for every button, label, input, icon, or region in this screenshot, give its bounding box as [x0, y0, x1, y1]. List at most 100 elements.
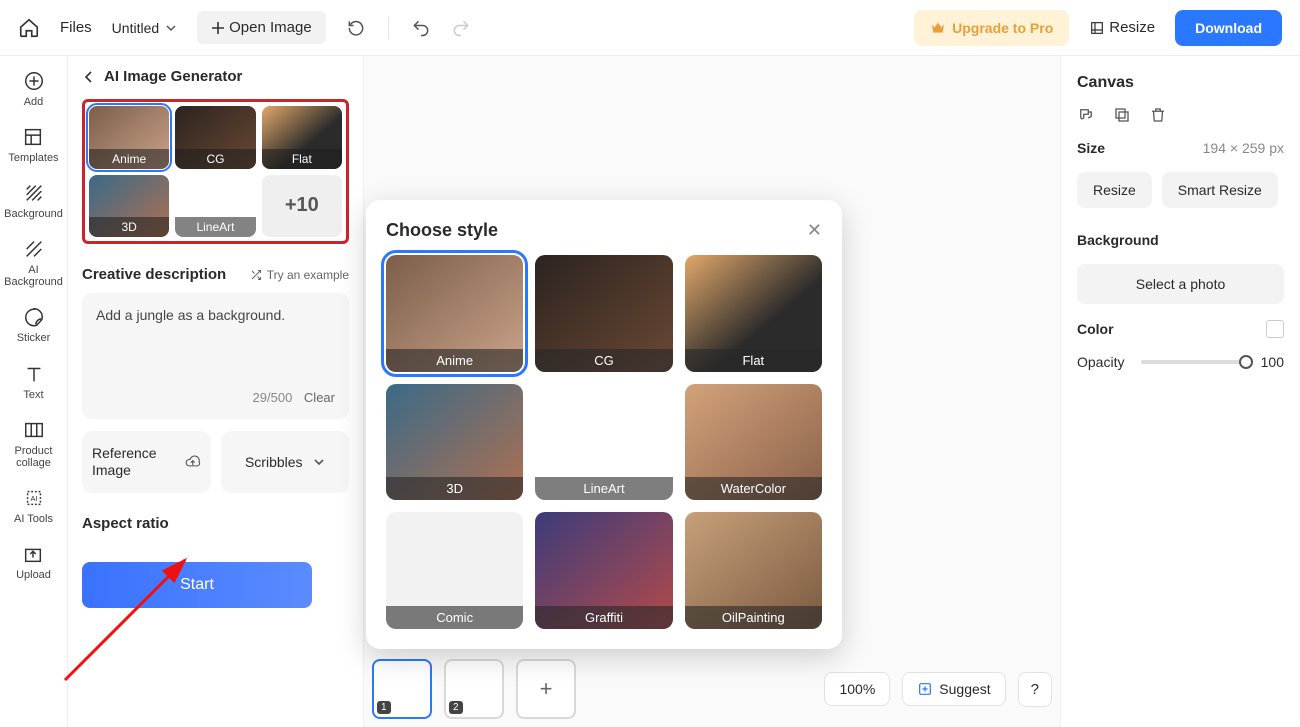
- resize-panel-button[interactable]: Resize: [1077, 172, 1152, 208]
- color-swatch[interactable]: [1266, 320, 1284, 338]
- bottom-toolbar: 1 2 + 100% Suggest ?: [372, 659, 1052, 719]
- document-title-text: Untitled: [112, 20, 159, 36]
- suggest-label: Suggest: [939, 681, 990, 697]
- resize-top-label: Resize: [1109, 19, 1155, 36]
- reference-image-button[interactable]: Reference Image: [82, 431, 211, 493]
- rail-background-label: Background: [4, 208, 63, 220]
- style-label: CG: [175, 149, 255, 169]
- style-card-lineart[interactable]: LineArt: [175, 175, 255, 238]
- sparkle-icon: [917, 681, 933, 697]
- rail-collage-label: Product collage: [0, 445, 67, 469]
- mcard-comic[interactable]: Comic: [386, 512, 523, 629]
- style-label: Anime: [89, 149, 169, 169]
- download-button[interactable]: Download: [1175, 10, 1282, 46]
- mcard-lineart[interactable]: LineArt: [535, 384, 672, 501]
- style-card-3d[interactable]: 3D: [89, 175, 169, 238]
- help-button[interactable]: ?: [1018, 672, 1052, 707]
- rail-collage[interactable]: Product collage: [0, 419, 67, 469]
- resize-button[interactable]: Resize: [1089, 19, 1155, 36]
- ai-generator-panel: AI Image Generator Anime CG Flat 3D Line…: [68, 56, 364, 727]
- home-icon[interactable]: [18, 17, 40, 39]
- style-card-more[interactable]: +10: [262, 175, 342, 238]
- suggest-button[interactable]: Suggest: [902, 672, 1005, 706]
- rail-sticker-label: Sticker: [17, 332, 51, 344]
- cloud-upload-icon: [185, 452, 200, 472]
- upgrade-label: Upgrade to Pro: [952, 20, 1053, 36]
- shuffle-icon: [250, 269, 262, 281]
- size-value: 194 × 259 px: [1203, 140, 1284, 156]
- mcard-anime[interactable]: Anime: [386, 255, 523, 372]
- right-inspector: Canvas Size 194 × 259 px Resize Smart Re…: [1060, 56, 1300, 727]
- redo-icon[interactable]: [451, 18, 471, 38]
- mcard-3d[interactable]: 3D: [386, 384, 523, 501]
- top-bar: Files Untitled Open Image Upgrade to Pro…: [0, 0, 1300, 56]
- modal-title: Choose style: [386, 220, 498, 241]
- creative-heading: Creative description Try an example: [82, 266, 349, 283]
- color-label: Color: [1077, 321, 1114, 337]
- mcard-oil[interactable]: OilPainting: [685, 512, 822, 629]
- upgrade-button[interactable]: Upgrade to Pro: [914, 10, 1069, 46]
- mcard-flat[interactable]: Flat: [685, 255, 822, 372]
- thumb-add[interactable]: +: [516, 659, 576, 719]
- style-label: Flat: [262, 149, 342, 169]
- mcard-cg[interactable]: CG: [535, 255, 672, 372]
- try-example-label: Try an example: [267, 268, 349, 282]
- rail-templates-label: Templates: [8, 152, 58, 164]
- smart-resize-button[interactable]: Smart Resize: [1162, 172, 1278, 208]
- rail-templates[interactable]: Templates: [8, 126, 58, 164]
- clear-button[interactable]: Clear: [304, 390, 335, 405]
- thumb-1[interactable]: 1: [372, 659, 432, 719]
- rail-background[interactable]: Background: [4, 182, 63, 220]
- style-grid-highlight: Anime CG Flat 3D LineArt +10: [82, 99, 349, 244]
- description-box: 29/500 Clear: [82, 293, 349, 419]
- chevron-down-icon: [313, 456, 325, 468]
- page-thumbnails: 1 2 +: [372, 659, 576, 719]
- open-image-label: Open Image: [229, 19, 312, 36]
- mcard-graffiti[interactable]: Graffiti: [535, 512, 672, 629]
- close-icon[interactable]: ✕: [807, 220, 822, 241]
- crown-icon: [930, 20, 946, 36]
- opacity-label: Opacity: [1077, 354, 1124, 370]
- start-button[interactable]: Start: [82, 562, 312, 608]
- style-label: 3D: [89, 217, 169, 237]
- rail-text-label: Text: [23, 389, 43, 401]
- choose-style-modal: Choose style ✕ Anime CG Flat 3D LineArt …: [366, 200, 842, 649]
- rail-text[interactable]: Text: [23, 363, 45, 401]
- rail-ai-background[interactable]: AI Background: [0, 238, 67, 288]
- undo-icon[interactable]: [411, 18, 431, 38]
- aspect-ratio-heading: Aspect ratio: [82, 515, 349, 532]
- rail-add[interactable]: Add: [23, 70, 45, 108]
- ref-image-label: Reference Image: [92, 445, 175, 479]
- char-counter: 29/500: [253, 390, 293, 405]
- trash-icon[interactable]: [1149, 106, 1167, 124]
- try-example-button[interactable]: Try an example: [250, 268, 349, 282]
- size-label: Size: [1077, 140, 1105, 156]
- panel-title: AI Image Generator: [104, 68, 242, 85]
- rail-add-label: Add: [24, 96, 44, 108]
- scribbles-label: Scribbles: [245, 454, 303, 470]
- rail-ai-bg-label: AI Background: [0, 264, 67, 288]
- style-card-anime[interactable]: Anime: [89, 106, 169, 169]
- copy-icon[interactable]: [1113, 106, 1131, 124]
- style-card-cg[interactable]: CG: [175, 106, 255, 169]
- rail-ai-tools[interactable]: AIAI Tools: [14, 487, 53, 525]
- rail-sticker[interactable]: Sticker: [17, 306, 51, 344]
- rail-upload[interactable]: Upload: [16, 543, 51, 581]
- document-title[interactable]: Untitled: [112, 20, 177, 36]
- reset-icon[interactable]: [346, 18, 366, 38]
- opacity-slider[interactable]: [1141, 360, 1251, 364]
- mcard-water[interactable]: WaterColor: [685, 384, 822, 501]
- select-photo-button[interactable]: Select a photo: [1077, 264, 1284, 304]
- open-image-button[interactable]: Open Image: [197, 11, 326, 44]
- back-icon[interactable]: [82, 70, 96, 84]
- scribbles-button[interactable]: Scribbles: [221, 431, 350, 493]
- svg-text:AI: AI: [30, 494, 37, 503]
- plus-icon: [211, 21, 225, 35]
- thumb-2[interactable]: 2: [444, 659, 504, 719]
- files-menu[interactable]: Files: [60, 19, 92, 36]
- zoom-level[interactable]: 100%: [824, 672, 890, 706]
- description-input[interactable]: [96, 307, 335, 387]
- paint-icon[interactable]: [1077, 106, 1095, 124]
- resize-icon: [1089, 20, 1105, 36]
- style-card-flat[interactable]: Flat: [262, 106, 342, 169]
